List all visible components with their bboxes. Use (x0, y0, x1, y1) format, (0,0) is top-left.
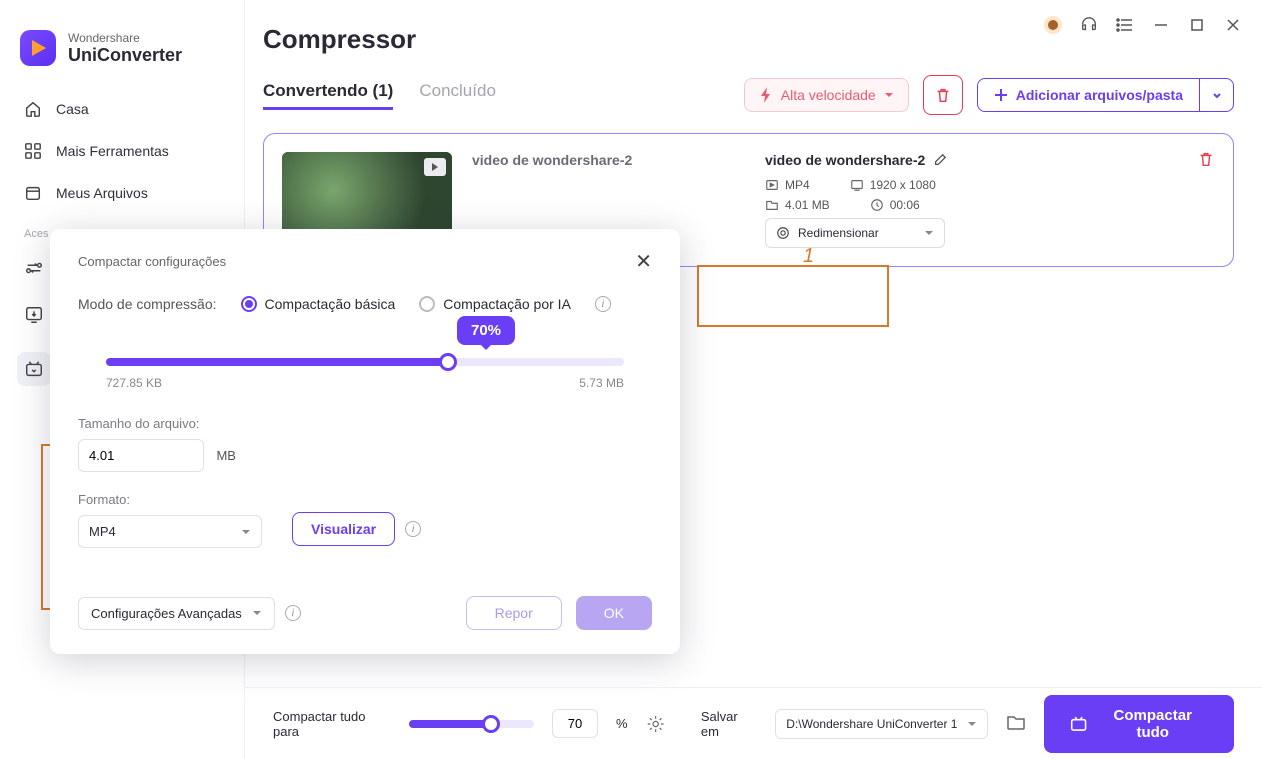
meta-size: 4.01 MB (765, 198, 830, 212)
info-icon[interactable]: i (405, 521, 421, 537)
slider-track (106, 358, 624, 366)
radio-ai-compression[interactable]: Compactação por IA (419, 296, 571, 312)
ok-button[interactable]: OK (576, 596, 652, 630)
resize-dropdown[interactable]: Redimensionar (765, 218, 945, 248)
compress-settings-modal: Compactar configurações ✕ Modo de compre… (50, 229, 680, 654)
file-size-input[interactable] (78, 439, 204, 472)
chevron-down-icon (967, 719, 977, 729)
format-value: MP4 (89, 524, 116, 539)
sidebar-item-label: Casa (56, 101, 89, 117)
resize-label: Redimensionar (798, 226, 879, 240)
info-icon[interactable]: i (285, 605, 301, 621)
percent-unit: % (616, 716, 628, 731)
brand-name-1: Wondershare (68, 31, 182, 45)
radio-ai-label: Compactação por IA (443, 296, 571, 312)
app-logo: Wondershare UniConverter (0, 20, 244, 88)
sidebar-item-home[interactable]: Casa (0, 88, 244, 130)
toolbar: Convertendo (1) Concluído Alta velocidad… (263, 75, 1234, 115)
file-title-right: video de wondershare-2 (765, 152, 1215, 168)
file-size-label: Tamanho do arquivo: (78, 416, 262, 431)
add-files-dropdown[interactable] (1200, 78, 1234, 112)
play-icon[interactable] (424, 158, 446, 176)
radio-dot-icon (419, 296, 435, 312)
meta-resolution: 1920 x 1080 (850, 178, 936, 192)
compress-all-to-label: Compactar tudo para (273, 709, 391, 739)
add-files-button[interactable]: Adicionar arquivos/pasta (977, 78, 1200, 112)
slider-value-badge: 70% (457, 316, 515, 345)
tabs: Convertendo (1) Concluído (263, 81, 496, 110)
add-files-combo: Adicionar arquivos/pasta (977, 78, 1234, 112)
compression-slider[interactable]: 70% (106, 358, 624, 366)
radio-basic-label: Compactação básica (265, 296, 396, 312)
file-size-unit: MB (216, 448, 236, 463)
preview-button[interactable]: Visualizar (292, 512, 395, 546)
save-path-value: D:\Wondershare UniConverter 1 (786, 717, 957, 731)
sidebar-item-more-tools[interactable]: Mais Ferramentas (0, 130, 244, 172)
add-files-label: Adicionar arquivos/pasta (1016, 87, 1183, 103)
sidebar-item-label: Mais Ferramentas (56, 143, 169, 159)
slider-max-label: 5.73 MB (579, 376, 624, 390)
footer-percent-input[interactable] (552, 709, 598, 738)
sidebar-item-my-files[interactable]: Meus Arquivos (0, 172, 244, 214)
advanced-label: Configurações Avançadas (91, 606, 242, 621)
slider-min-label: 727.85 KB (106, 376, 162, 390)
meta-duration: 00:06 (870, 198, 920, 212)
settings-icon[interactable] (646, 714, 665, 734)
radio-dot-icon (241, 296, 257, 312)
radio-basic-compression[interactable]: Compactação básica (241, 296, 396, 312)
mode-label: Modo de compressão: (78, 296, 217, 312)
info-icon[interactable]: i (595, 296, 611, 312)
delete-file-button[interactable] (1197, 150, 1215, 173)
chevron-down-icon (241, 527, 251, 537)
tab-converting[interactable]: Convertendo (1) (263, 81, 393, 110)
compress-icon (1070, 715, 1087, 733)
brand-name-2: UniConverter (68, 45, 182, 66)
sidebar-item-label: Meus Arquivos (56, 185, 148, 201)
chevron-down-icon (252, 608, 262, 618)
high-speed-toggle[interactable]: Alta velocidade (744, 78, 909, 112)
save-path-select[interactable]: D:\Wondershare UniConverter 1 (775, 709, 988, 739)
advanced-settings-dropdown[interactable]: Configurações Avançadas (78, 597, 275, 630)
delete-all-button[interactable] (923, 75, 963, 115)
page-title: Compressor (263, 24, 1234, 55)
meta-format: MP4 (765, 178, 810, 192)
high-speed-label: Alta velocidade (781, 87, 876, 103)
slider-thumb[interactable] (439, 353, 457, 371)
save-in-label: Salvar em (701, 709, 757, 739)
logo-icon (20, 30, 56, 66)
tab-completed[interactable]: Concluído (419, 81, 496, 110)
compress-all-button[interactable]: Compactar tudo (1044, 695, 1234, 753)
open-folder-button[interactable] (1006, 713, 1026, 734)
slider-thumb[interactable] (482, 715, 500, 733)
slider-fill (106, 358, 448, 366)
chevron-down-icon (924, 228, 934, 238)
footer-slider[interactable] (409, 720, 534, 728)
modal-close-button[interactable]: ✕ (635, 249, 652, 274)
edit-name-icon[interactable] (933, 153, 947, 167)
sidebar-tool-compress-icon[interactable] (17, 352, 51, 386)
file-title-left: video de wondershare-2 (472, 152, 745, 168)
reset-button[interactable]: Repor (466, 596, 562, 630)
format-label: Formato: (78, 492, 262, 507)
format-select[interactable]: MP4 (78, 515, 262, 548)
target-icon (776, 226, 790, 240)
footer-bar: Compactar tudo para % Salvar em D:\Wonde… (245, 687, 1262, 759)
compress-all-label: Compactar tudo (1097, 707, 1208, 741)
annotation-number-1: 1 (803, 245, 814, 268)
modal-title: Compactar configurações (78, 254, 226, 269)
